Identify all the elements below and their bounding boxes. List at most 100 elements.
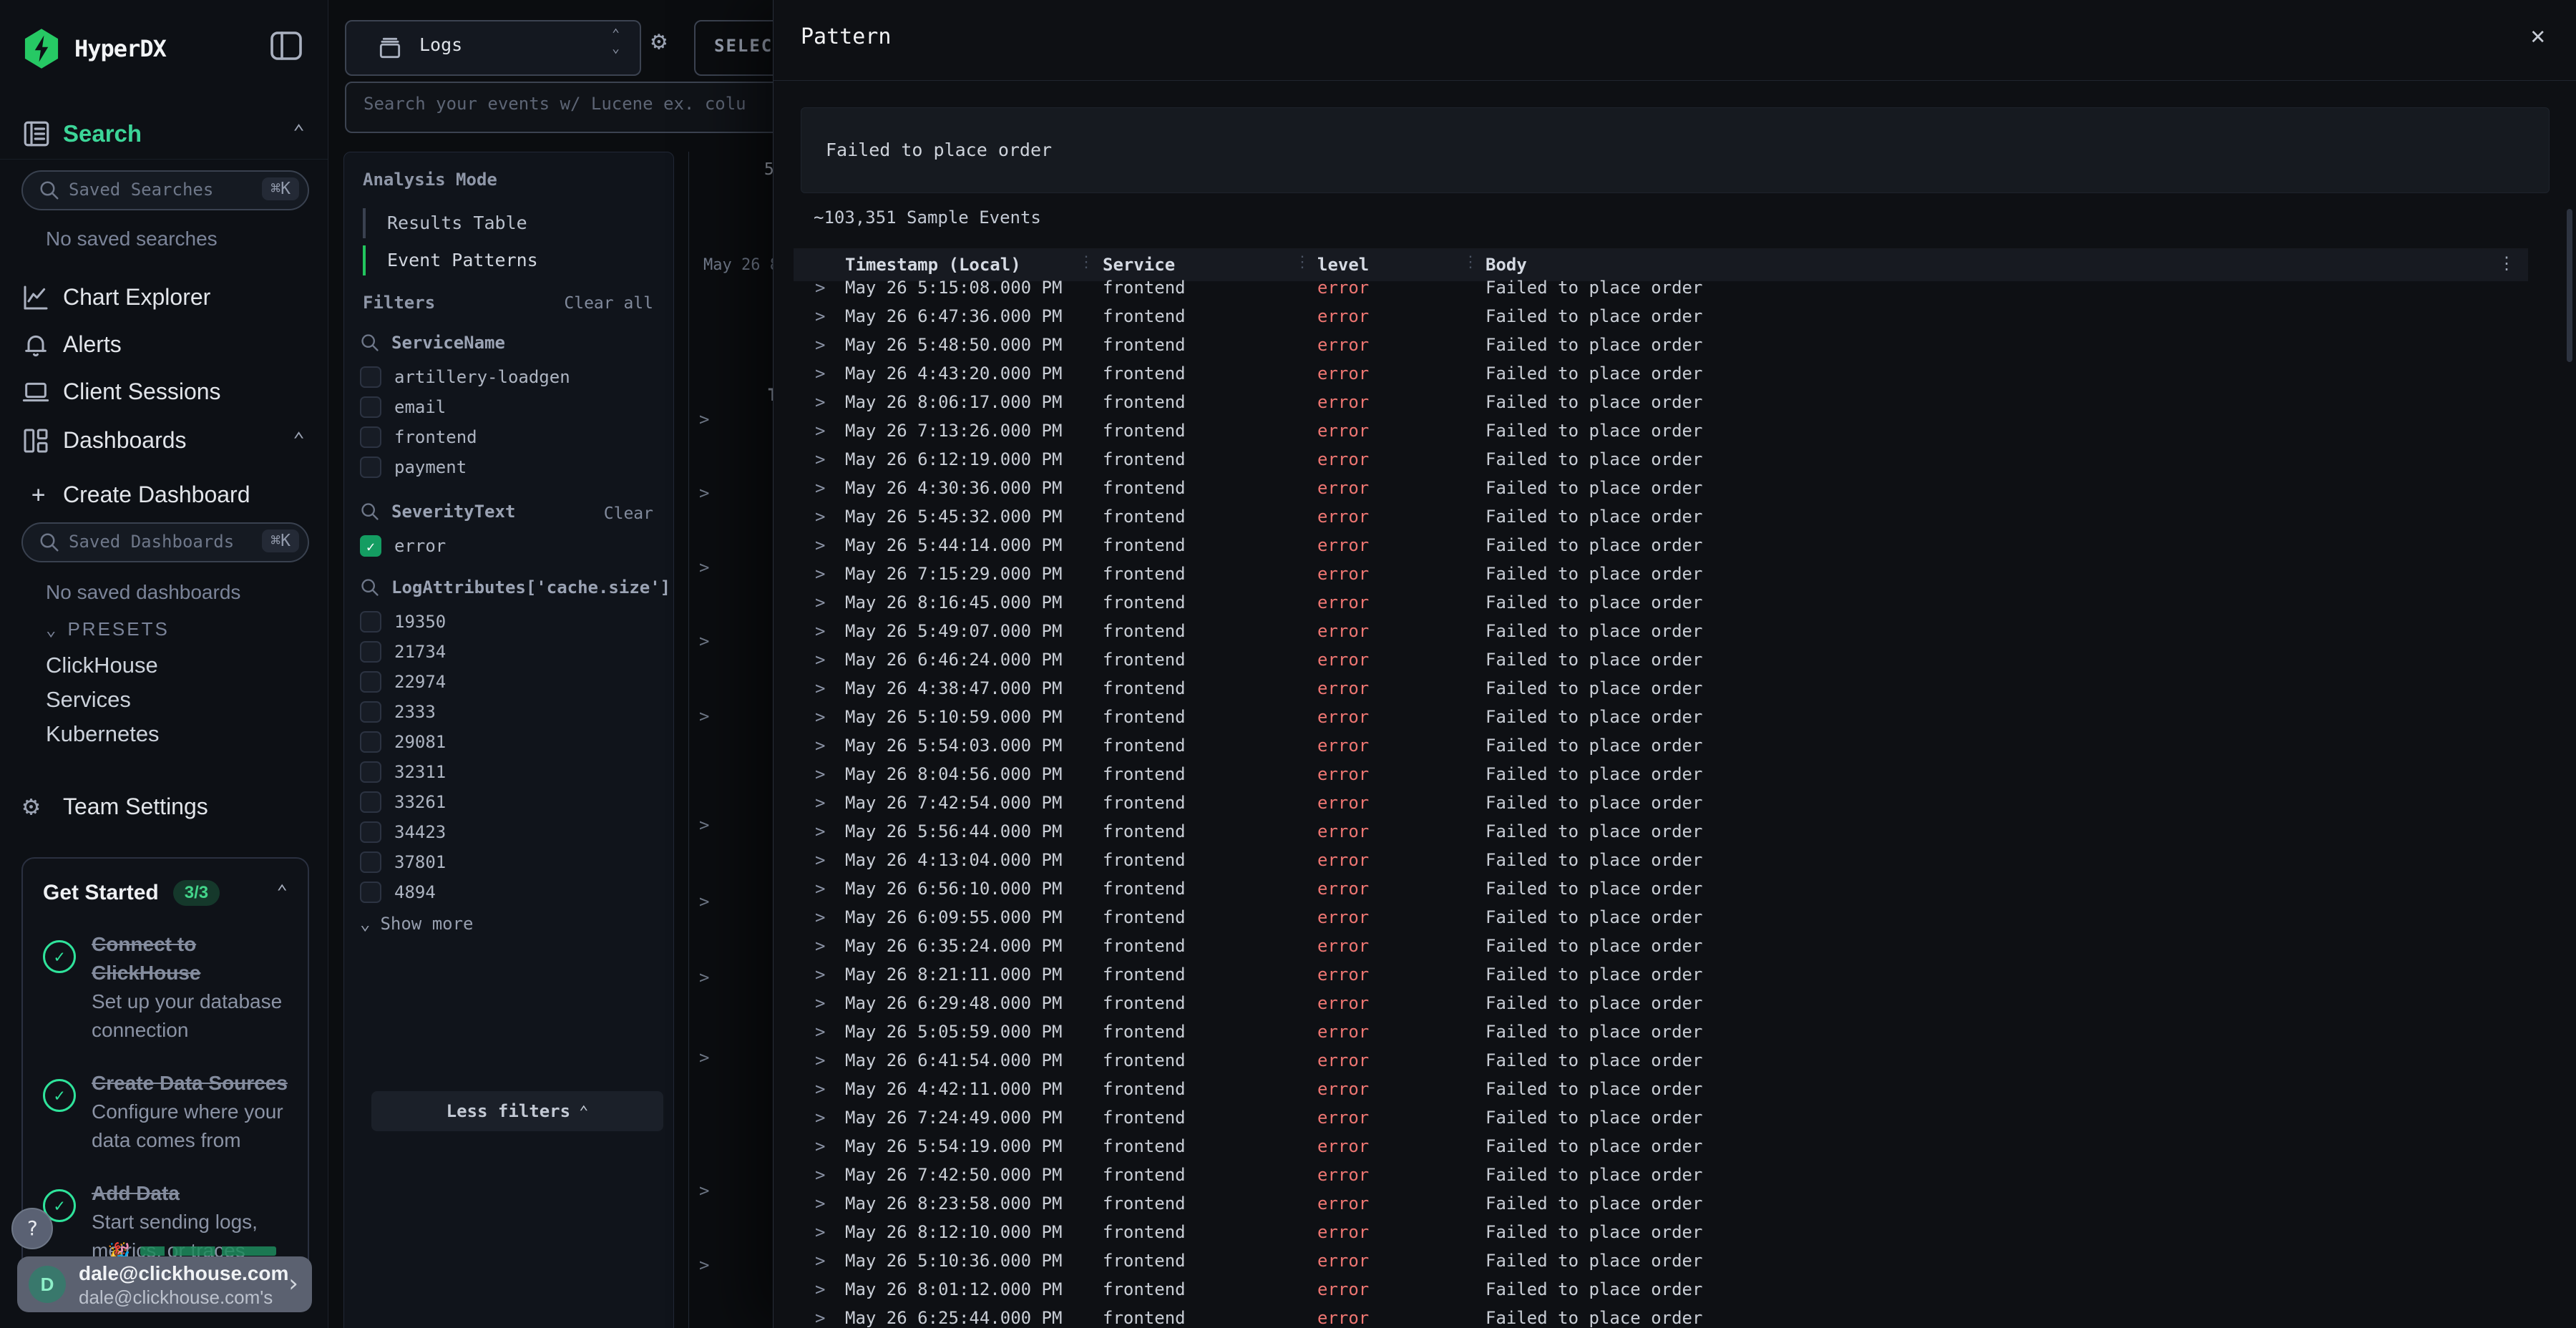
checkbox-unchecked[interactable] — [360, 791, 381, 813]
preset-dashboard-link[interactable]: Kubernetes — [46, 721, 160, 747]
close-icon[interactable]: ✕ — [2531, 21, 2545, 50]
chevron-right-icon[interactable]: > — [699, 892, 709, 912]
table-row[interactable]: > May 26 4:42:11.000 PM frontend error F… — [774, 1075, 2576, 1103]
table-row[interactable]: > May 26 8:04:56.000 PM frontend error F… — [774, 760, 2576, 788]
help-button[interactable]: ? — [11, 1208, 53, 1249]
chevron-right-icon[interactable]: > — [815, 564, 825, 584]
chevron-right-icon[interactable]: > — [815, 993, 825, 1013]
chevron-right-icon[interactable]: > — [815, 278, 825, 298]
user-menu[interactable]: D dale@clickhouse.com dale@clickhouse.co… — [17, 1256, 312, 1312]
chevron-right-icon[interactable]: > — [815, 650, 825, 670]
table-row[interactable]: > May 26 5:15:08.000 PM frontend error F… — [774, 273, 2576, 302]
filter-option[interactable]: frontend — [360, 423, 660, 453]
chevron-right-icon[interactable]: > — [815, 764, 825, 784]
column-resize-handle[interactable]: ⋮ — [1294, 253, 1310, 271]
brand[interactable]: HyperDX — [21, 27, 166, 70]
chevron-right-icon[interactable]: > — [815, 1079, 825, 1099]
checkbox-checked[interactable]: ✓ — [360, 535, 381, 557]
table-row[interactable]: > May 26 8:06:17.000 PM frontend error F… — [774, 388, 2576, 416]
filter-option[interactable]: payment — [360, 453, 660, 483]
chevron-right-icon[interactable]: > — [815, 965, 825, 985]
get-started-header[interactable]: Get Started 3/3 — [43, 880, 220, 906]
table-row[interactable]: > May 26 5:10:36.000 PM frontend error F… — [774, 1246, 2576, 1275]
filter-option[interactable]: 4894 — [360, 878, 660, 908]
chevron-right-icon[interactable]: > — [815, 449, 825, 469]
chevron-right-icon[interactable]: > — [815, 936, 825, 956]
table-row[interactable]: > May 26 6:25:44.000 PM frontend error F… — [774, 1304, 2576, 1328]
filter-group-cache-size[interactable]: LogAttributes['cache.size'] — [360, 577, 670, 597]
chevron-right-icon[interactable]: > — [699, 967, 709, 987]
table-row[interactable]: > May 26 5:54:03.000 PM frontend error F… — [774, 731, 2576, 760]
chevron-right-icon[interactable]: > — [815, 1222, 825, 1242]
checkbox-unchecked[interactable] — [360, 761, 381, 783]
sidebar-item-dashboards[interactable]: Dashboards ⌃ — [0, 421, 328, 461]
saved-searches-input[interactable] — [67, 175, 249, 205]
filter-option[interactable]: 2333 — [360, 698, 660, 728]
checkbox-unchecked[interactable] — [360, 456, 381, 478]
sidebar-item-team-settings[interactable]: ⚙ Team Settings — [0, 787, 328, 827]
chevron-right-icon[interactable]: > — [815, 821, 825, 841]
table-row[interactable]: > May 26 4:43:20.000 PM frontend error F… — [774, 359, 2576, 388]
chevron-right-icon[interactable]: > — [699, 1255, 709, 1275]
table-row[interactable]: > May 26 6:56:10.000 PM frontend error F… — [774, 874, 2576, 903]
table-row[interactable]: > May 26 7:42:50.000 PM frontend error F… — [774, 1161, 2576, 1189]
sidebar-item-client-sessions[interactable]: Client Sessions — [0, 372, 328, 412]
column-resize-handle[interactable]: ⋮ — [1078, 253, 1094, 271]
chevron-right-icon[interactable]: > — [815, 1050, 825, 1070]
filter-option[interactable]: 22974 — [360, 668, 660, 698]
saved-dashboards-input[interactable] — [67, 527, 249, 557]
source-select[interactable]: Logs ⌃⌄ — [345, 20, 641, 76]
checkbox-unchecked[interactable] — [360, 366, 381, 388]
preset-dashboard-link[interactable]: ClickHouse — [46, 653, 158, 678]
table-row[interactable]: > May 26 8:21:11.000 PM frontend error F… — [774, 960, 2576, 989]
filter-option[interactable]: 33261 — [360, 788, 660, 818]
table-row[interactable]: > May 26 7:24:49.000 PM frontend error F… — [774, 1103, 2576, 1132]
get-started-item[interactable]: ✓ Create Data Sources Configure where yo… — [43, 1069, 289, 1155]
chevron-right-icon[interactable]: > — [815, 1279, 825, 1299]
chevron-right-icon[interactable]: > — [699, 1048, 709, 1068]
clear-all-link[interactable]: Clear all — [564, 294, 653, 313]
col-service[interactable]: Service — [1103, 255, 1175, 275]
chevron-right-icon[interactable]: > — [815, 306, 825, 326]
chevron-right-icon[interactable]: > — [815, 592, 825, 612]
table-row[interactable]: > May 26 6:46:24.000 PM frontend error F… — [774, 645, 2576, 674]
chevron-right-icon[interactable]: > — [699, 483, 709, 503]
table-row[interactable]: > May 26 8:12:10.000 PM frontend error F… — [774, 1218, 2576, 1246]
col-timestamp[interactable]: Timestamp (Local) — [845, 255, 1021, 275]
chevron-right-icon[interactable]: > — [699, 631, 709, 651]
chevron-right-icon[interactable]: > — [815, 421, 825, 441]
filter-group-severitytext[interactable]: SeverityText — [360, 502, 515, 522]
chevron-right-icon[interactable]: > — [699, 409, 709, 429]
checkbox-unchecked[interactable] — [360, 611, 381, 633]
table-row[interactable]: > May 26 4:30:36.000 PM frontend error F… — [774, 474, 2576, 502]
table-row[interactable]: > May 26 6:12:19.000 PM frontend error F… — [774, 445, 2576, 474]
source-settings-gear-icon[interactable]: ⚙ — [651, 29, 667, 54]
filter-option[interactable]: email — [360, 393, 660, 423]
event-search-input[interactable] — [362, 93, 823, 114]
show-more-toggle[interactable]: ⌄ Show more — [360, 914, 474, 934]
table-row[interactable]: > May 26 6:09:55.000 PM frontend error F… — [774, 903, 2576, 932]
chevron-right-icon[interactable]: > — [815, 478, 825, 498]
table-row[interactable]: > May 26 5:56:44.000 PM frontend error F… — [774, 817, 2576, 846]
table-row[interactable]: > May 26 6:47:36.000 PM frontend error F… — [774, 302, 2576, 331]
chevron-right-icon[interactable]: > — [699, 706, 709, 726]
table-menu-icon[interactable]: ⋮ — [2498, 253, 2515, 273]
chevron-right-icon[interactable]: > — [815, 879, 825, 899]
less-filters-button[interactable]: Less filters⌃ — [371, 1091, 663, 1131]
table-row[interactable]: > May 26 5:48:50.000 PM frontend error F… — [774, 331, 2576, 359]
sidebar-item-chart-explorer[interactable]: Chart Explorer — [0, 278, 328, 318]
table-row[interactable]: > May 26 7:13:26.000 PM frontend error F… — [774, 416, 2576, 445]
checkbox-unchecked[interactable] — [360, 426, 381, 448]
chevron-right-icon[interactable]: > — [815, 1108, 825, 1128]
filter-option[interactable]: 29081 — [360, 728, 660, 758]
checkbox-unchecked[interactable] — [360, 641, 381, 663]
chevron-right-icon[interactable]: > — [815, 335, 825, 355]
col-body[interactable]: Body — [1485, 255, 1527, 275]
chevron-right-icon[interactable]: > — [815, 621, 825, 641]
chevron-right-icon[interactable]: > — [815, 392, 825, 412]
chevron-right-icon[interactable]: > — [699, 815, 709, 835]
clear-severity-link[interactable]: Clear — [604, 504, 653, 523]
mode-results-table[interactable]: Results Table — [363, 207, 656, 240]
chevron-right-icon[interactable]: > — [815, 678, 825, 698]
checkbox-unchecked[interactable] — [360, 701, 381, 723]
